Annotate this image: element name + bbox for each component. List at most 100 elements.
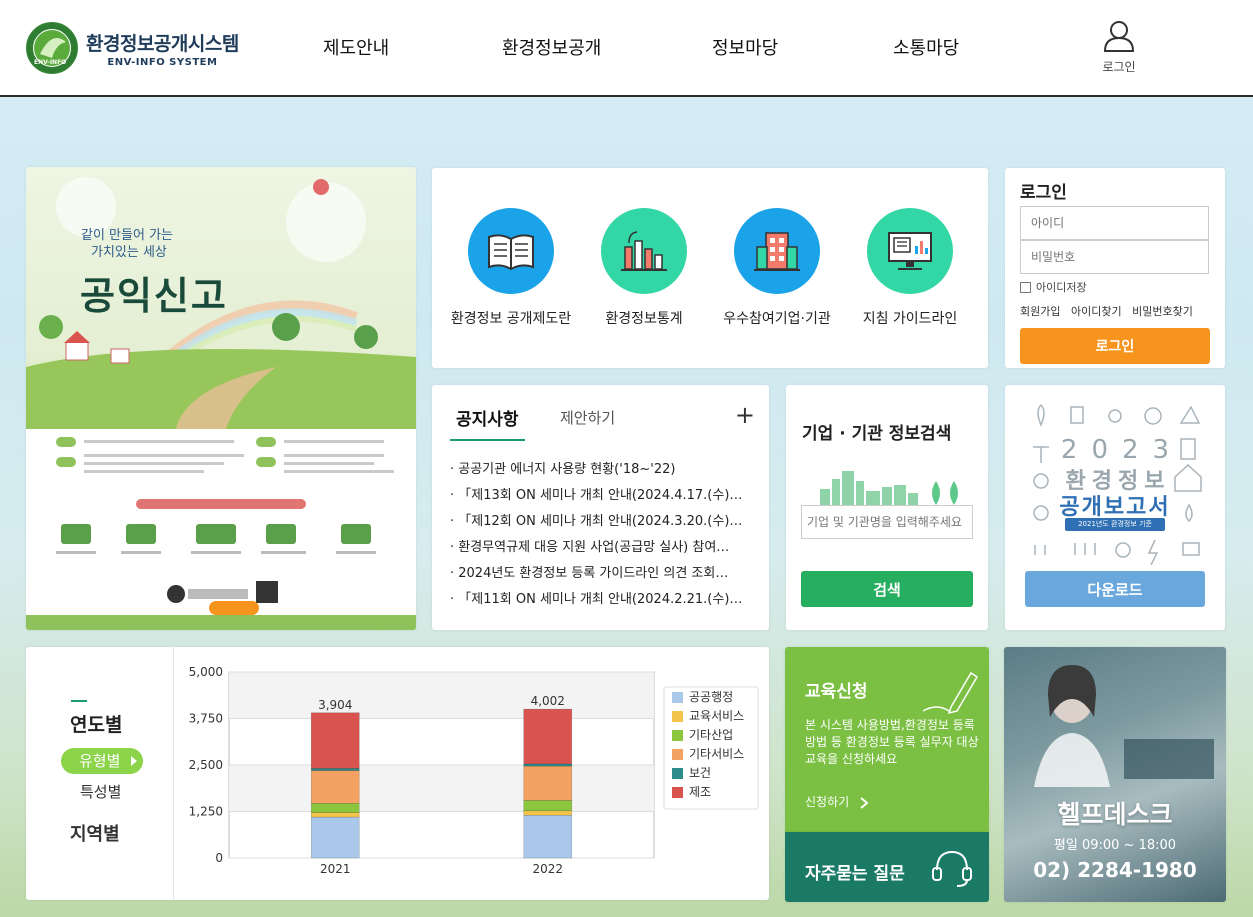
stats-menu-by-region[interactable]: 지역별: [70, 820, 120, 846]
y-tick-label: 2,500: [189, 758, 223, 772]
find-id-link[interactable]: 아이디찾기: [1071, 305, 1122, 318]
report-download-button[interactable]: 다운로드: [1025, 571, 1205, 607]
bar-segment: [523, 810, 573, 816]
stats-menu-by-year[interactable]: 연도별: [70, 710, 122, 737]
signup-link[interactable]: 회원가입: [1020, 305, 1060, 318]
grid-band: [229, 765, 654, 812]
shortcut-guidelines[interactable]: 지침 가이드라인: [845, 208, 975, 328]
bar-segment: [310, 770, 360, 804]
grid-band: [229, 672, 654, 719]
shortcut-env-statistics[interactable]: 환경정보통계: [579, 208, 709, 328]
banner-title: 공익신고: [80, 274, 228, 318]
headset-icon: [932, 850, 972, 887]
tab-notices[interactable]: 공지사항: [450, 405, 525, 441]
notice-item[interactable]: · 환경무역규제 대응 지원 사업(공급망 실사) 참여…: [450, 535, 755, 561]
company-search-button[interactable]: 검색: [801, 571, 973, 607]
book-icon: [468, 208, 554, 294]
legend-label: 교육서비스: [689, 709, 744, 723]
education-panel[interactable]: 교육신청 본 시스템 사용방법,환경정보 등록방법 등 환경정보 등록 실무자 …: [785, 647, 989, 832]
account-links: 회원가입 아이디찾기 비밀번호찾기: [1020, 303, 1200, 319]
x-tick-label: 2021: [320, 862, 351, 876]
report-tag: 2021년도 환경정보 기준: [1065, 518, 1165, 531]
legend-label: 기타산업: [689, 728, 733, 742]
helpdesk-panel: 헬프데스크 평일 09:00 ~ 18:00 02) 2284-1980: [1004, 647, 1226, 902]
chevron-right-icon: [860, 796, 869, 809]
y-tick-label: 3,750: [189, 712, 223, 726]
edu-apply-link[interactable]: 신청하기: [805, 793, 869, 810]
helpdesk-hours: 평일 09:00 ~ 18:00: [1053, 838, 1177, 853]
y-tick-label: 5,000: [189, 665, 223, 679]
legend-label: 제조: [689, 785, 711, 799]
y-tick-label: 0: [215, 851, 223, 865]
password-input[interactable]: [1020, 240, 1209, 274]
notice-list: · 공공기관 에너지 사용량 현황('18~'22) · 「제13회 ON 세미…: [450, 457, 755, 613]
edu-title: 교육신청: [805, 682, 868, 702]
bar-segment: [523, 800, 573, 812]
legend-swatch: [672, 730, 683, 741]
shortcut-label: 우수참여기업·기관: [723, 311, 831, 327]
faq-link[interactable]: 자주묻는 질문: [785, 832, 989, 902]
menu-accent: [71, 700, 87, 702]
notice-item[interactable]: · 「제13회 ON 세미나 개최 안내(2024.4.17.(수)…: [450, 483, 755, 509]
save-id-checkbox[interactable]: 아이디저장: [1020, 279, 1087, 295]
report-year: 2023: [1060, 435, 1184, 465]
nav-system-guide[interactable]: 제도안내: [323, 34, 389, 60]
edu-description: 본 시스템 사용방법,환경정보 등록방법 등 환경정보 등록 실무자 대상 교육…: [805, 718, 979, 766]
nav-info-plaza[interactable]: 정보마당: [712, 34, 778, 60]
nav-env-info-disclosure[interactable]: 환경정보공개: [502, 34, 601, 60]
quick-menu: 환경정보 공개제도란 환경정보통계 우수참여기업·기관 지침 가이드라인: [432, 168, 988, 368]
site-logo[interactable]: ENV-INFO 환경정보공개시스템 ENV-INFO SYSTEM: [26, 22, 239, 74]
bar-segment: [523, 765, 573, 801]
helpdesk-title: 헬프데스크: [1057, 800, 1173, 829]
site-header: ENV-INFO 환경정보공개시스템 ENV-INFO SYSTEM 제도안내 …: [0, 0, 1253, 97]
notice-item[interactable]: · 2024년도 환경정보 등록 가이드라인 의견 조회…: [450, 561, 755, 587]
save-id-label: 아이디저장: [1036, 281, 1087, 294]
logo-subtitle: ENV-INFO SYSTEM: [107, 56, 218, 68]
notice-item[interactable]: · 「제12회 ON 세미나 개최 안내(2024.3.20.(수)…: [450, 509, 755, 535]
notice-item[interactable]: · 「제11회 ON 세미나 개최 안내(2024.2.21.(수)…: [450, 587, 755, 613]
legend-swatch: [672, 711, 683, 722]
x-tick-label: 2022: [532, 862, 563, 876]
notice-item[interactable]: · 공공기관 에너지 사용량 현황('18~'22): [450, 457, 755, 483]
shortcut-excellent-companies[interactable]: 우수참여기업·기관: [712, 208, 842, 328]
more-plus-icon[interactable]: +: [735, 401, 755, 429]
bar-segment: [310, 803, 360, 813]
whistleblower-banner[interactable]: 같이 만들어 가는 가치있는 세상 공익신고: [26, 167, 416, 630]
shortcut-disclosure-system[interactable]: 환경정보 공개제도란: [446, 208, 576, 328]
stacked-bar-chart: 5,000 3,750 2,500 1,250 0 3,904 2021 4,002 2022 공…: [189, 665, 759, 876]
tab-suggestions[interactable]: 제안하기: [560, 407, 615, 428]
bar-segment: [310, 768, 360, 771]
bar-chart-icon: [601, 208, 687, 294]
user-icon: [1103, 21, 1135, 52]
login-submit-button[interactable]: 로그인: [1020, 328, 1210, 364]
statistics-panel: 연도별 유형별 특성별 지역별 5,000 3,750 2,500 1,250 0 3,9…: [26, 647, 769, 900]
edu-apply-label: 신청하기: [805, 795, 850, 809]
bar-segment: [310, 812, 360, 818]
helpdesk-phone[interactable]: 02) 2284-1980: [1004, 858, 1226, 882]
checkbox-box[interactable]: [1020, 281, 1031, 293]
city-skyline-icon: [820, 471, 958, 507]
find-password-link[interactable]: 비밀번호찾기: [1132, 305, 1193, 318]
login-panel: 로그인 아이디저장 회원가입 아이디찾기 비밀번호찾기 로그인: [1005, 168, 1225, 368]
logo-ring-text: ENV-INFO: [34, 59, 66, 66]
banner-info-graphic: [56, 437, 394, 615]
nav-communication[interactable]: 소통마당: [893, 34, 959, 60]
banner-bottom-strip: [26, 615, 416, 630]
bar-total-label: 4,002: [531, 694, 565, 708]
company-search-title: 기업 · 기관 정보검색: [802, 424, 952, 444]
bar-segment: [310, 712, 360, 769]
faq-label: 자주묻는 질문: [805, 864, 905, 884]
building-icon: [734, 208, 820, 294]
legend-label: 공공행정: [689, 689, 733, 704]
shortcut-label: 환경정보 공개제도란: [450, 311, 572, 327]
company-search-input[interactable]: [801, 505, 973, 539]
header-login-label: 로그인: [1102, 60, 1136, 74]
header-login-button[interactable]: 로그인: [1096, 20, 1142, 75]
banner-info-area: [26, 429, 416, 615]
helpdesk-photo: [1034, 665, 1214, 787]
stats-menu-by-type[interactable]: 유형별: [61, 748, 143, 774]
user-id-input[interactable]: [1020, 206, 1209, 240]
bar-segment: [523, 814, 573, 859]
bar-total-label: 3,904: [318, 698, 352, 712]
stats-menu-by-feature[interactable]: 특성별: [80, 781, 121, 802]
